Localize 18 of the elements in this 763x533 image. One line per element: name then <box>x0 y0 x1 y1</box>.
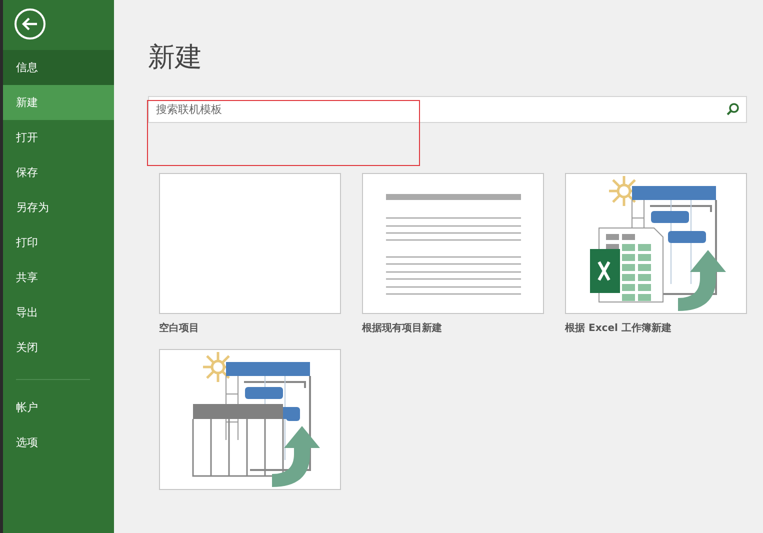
template-label: 根据现有项目新建 <box>362 321 443 335</box>
sidebar-item[interactable]: 共享 <box>3 260 114 295</box>
search-field[interactable]: 搜索联机模板 <box>148 96 747 123</box>
template-label: 空白项目 <box>159 322 200 335</box>
template-label: 根据 Excel 工作簿新建 <box>565 321 672 335</box>
sidebar-item[interactable]: 导出 <box>3 295 114 330</box>
sidebar-item[interactable]: 保存 <box>3 155 114 190</box>
sidebar-item[interactable]: 选项 <box>3 425 114 460</box>
sidebar-item[interactable]: 另存为 <box>3 190 114 225</box>
sidebar-item[interactable]: 新建 <box>3 85 114 120</box>
sidebar-item[interactable]: 打开 <box>3 120 114 155</box>
sidebar-item[interactable]: 关闭 <box>3 330 114 365</box>
sidebar-item[interactable]: 帐户 <box>3 390 114 425</box>
sidebar-item[interactable]: 信息 <box>3 50 114 85</box>
template-thumbnail[interactable] <box>159 173 341 314</box>
search-icon[interactable] <box>726 102 740 116</box>
page-heading: 新建 <box>148 41 203 75</box>
sidebar-item[interactable]: 打印 <box>3 225 114 260</box>
